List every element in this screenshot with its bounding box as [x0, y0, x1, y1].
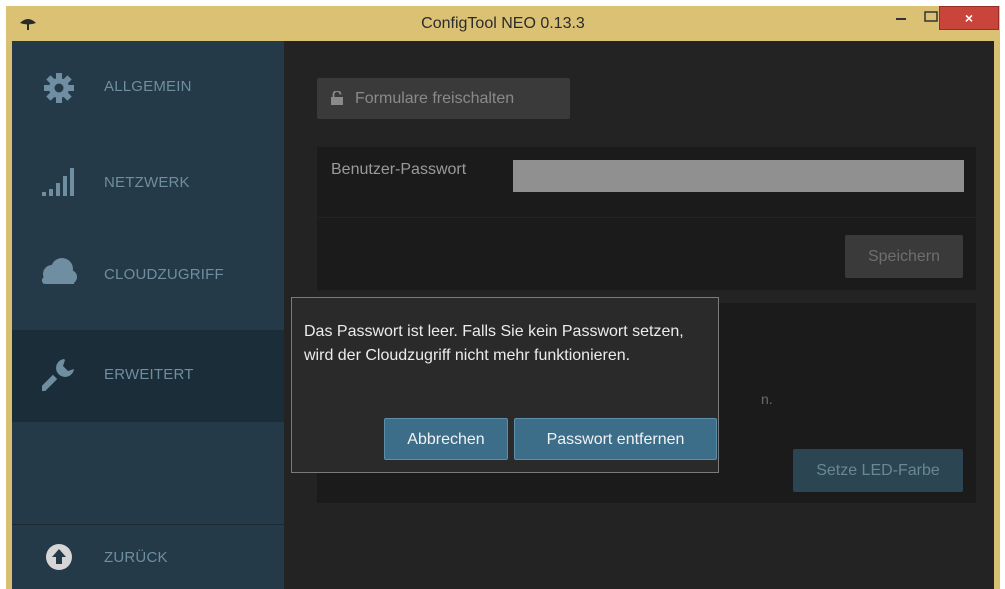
sidebar-item-zurueck[interactable]: ZURÜCK: [12, 525, 284, 589]
unlock-forms-label: Formulare freischalten: [355, 90, 515, 107]
window-title: ConfigTool NEO 0.13.3: [421, 15, 585, 32]
confirm-dialog: Das Passwort ist leer. Falls Sie kein Pa…: [291, 297, 719, 473]
app-window: ConfigTool NEO 0.13.3 × ALLGEMEIN NETZWE…: [6, 6, 1000, 589]
sidebar-item-label: ZURÜCK: [104, 549, 168, 566]
minimize-button[interactable]: [888, 6, 914, 32]
gear-icon: [44, 73, 74, 103]
sidebar-item-netzwerk[interactable]: NETZWERK: [12, 133, 284, 225]
set-led-color-button[interactable]: Setze LED-Farbe: [793, 449, 963, 492]
cancel-button[interactable]: Abbrechen: [384, 418, 508, 460]
sidebar-item-cloudzugriff[interactable]: CLOUDZUGRIFF: [12, 225, 284, 317]
close-button[interactable]: ×: [939, 6, 999, 30]
app-content: ALLGEMEIN NETZWERK CLOUDZUGRIFF ERWEITER…: [12, 41, 994, 589]
title-bar[interactable]: ConfigTool NEO 0.13.3 ×: [6, 6, 1000, 41]
sidebar-item-erweitert[interactable]: ERWEITERT: [12, 330, 284, 422]
wrench-icon: [42, 359, 74, 391]
sidebar-item-label: NETZWERK: [104, 174, 190, 191]
obscured-text: n.: [761, 391, 773, 407]
sidebar: ALLGEMEIN NETZWERK CLOUDZUGRIFF ERWEITER…: [12, 41, 284, 589]
arrow-up-circle-icon: [46, 544, 72, 570]
sidebar-item-label: CLOUDZUGRIFF: [104, 266, 224, 283]
signal-bars-icon: [42, 168, 74, 196]
password-label: Benutzer-Passwort: [331, 161, 467, 178]
divider: [317, 217, 976, 218]
dialog-message: Das Passwort ist leer. Falls Sie kein Pa…: [304, 323, 684, 364]
cloud-icon: [42, 258, 77, 284]
unlock-icon: [331, 91, 343, 105]
sidebar-item-label: ERWEITERT: [104, 366, 194, 383]
remove-password-button[interactable]: Passwort entfernen: [514, 418, 717, 460]
unlock-forms-button[interactable]: Formulare freischalten: [317, 78, 570, 119]
sidebar-item-label: ALLGEMEIN: [104, 78, 192, 95]
password-field[interactable]: [513, 160, 964, 192]
save-button[interactable]: Speichern: [845, 235, 963, 278]
sidebar-item-allgemein[interactable]: ALLGEMEIN: [12, 41, 284, 133]
password-panel: Benutzer-Passwort Speichern: [317, 147, 976, 290]
close-icon: ×: [964, 10, 974, 26]
